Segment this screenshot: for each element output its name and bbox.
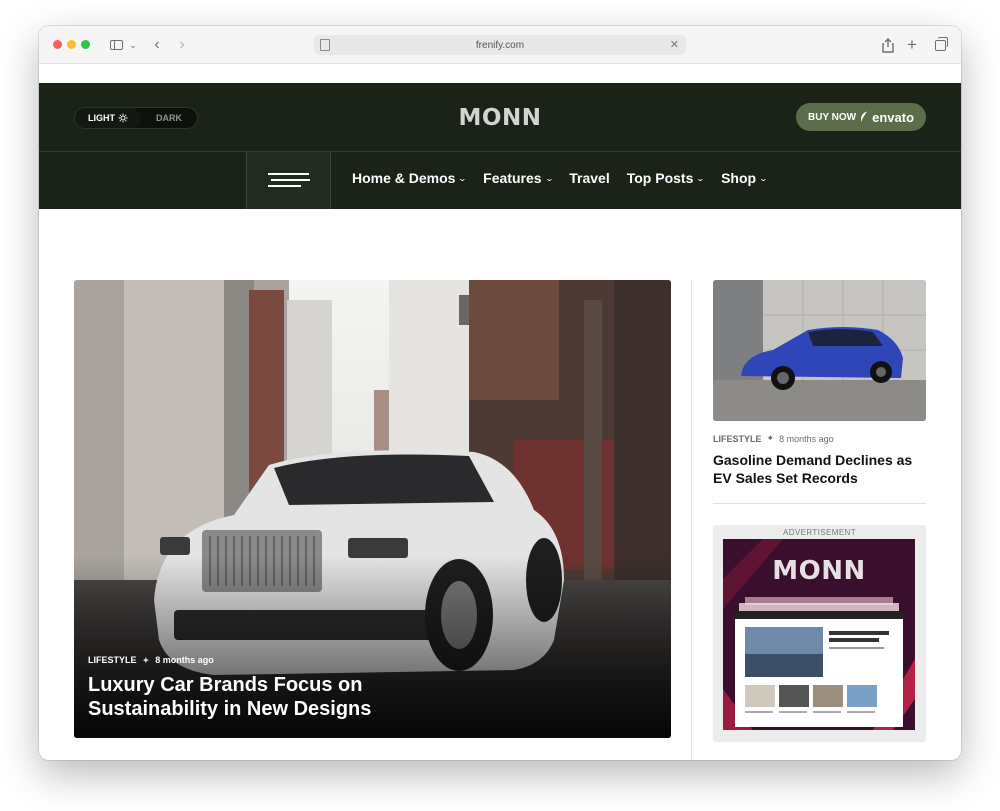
sidebar-toggle-icon[interactable] <box>108 35 124 55</box>
advertisement-logo: MONN <box>772 556 866 586</box>
chevron-down-icon[interactable]: ⌄ <box>128 35 138 55</box>
chevron-down-icon: ⌄ <box>758 173 769 183</box>
divider <box>713 503 926 504</box>
featured-post-image <box>74 280 671 738</box>
site-header: LIGHT DARK MONN BUY NOW envato Home & De… <box>39 83 961 209</box>
side-post-meta: LIFESTYLE ✦ 8 months ago <box>713 433 834 444</box>
new-tab-icon[interactable]: + <box>905 35 919 55</box>
nav-item-top-posts[interactable]: Top Posts ⌄ <box>626 170 706 186</box>
theme-light-label: LIGHT <box>88 113 115 123</box>
minimize-window-button[interactable] <box>67 40 76 49</box>
nav-item-home-demos[interactable]: Home & Demos ⌄ <box>352 170 468 186</box>
advertisement-banner[interactable]: MONN <box>723 539 915 730</box>
browser-toolbar: ⌄ ‹ › frenify.com ✕ + <box>39 26 961 64</box>
web-page: LIGHT DARK MONN BUY NOW envato Home & De… <box>39 64 961 760</box>
nav-item-label: Shop <box>721 170 757 186</box>
bolt-icon: ✦ <box>766 433 775 443</box>
column-divider <box>691 280 692 760</box>
advertisement-box[interactable]: ADVERTISEMENT MONN <box>713 525 926 742</box>
page-icon <box>320 39 330 51</box>
nav-item-travel[interactable]: Travel <box>569 170 609 186</box>
featured-post[interactable]: LIFESTYLE ✦ 8 months ago Luxury Car Bran… <box>74 280 671 738</box>
envato-brand: envato <box>872 109 915 125</box>
nav-item-label: Home & Demos <box>352 170 456 186</box>
advertisement-label: ADVERTISEMENT <box>782 528 857 537</box>
forward-icon[interactable]: › <box>176 35 188 55</box>
chevron-down-icon: ⌄ <box>544 173 554 183</box>
header-top-bar: LIGHT DARK MONN BUY NOW envato <box>39 83 961 152</box>
side-post-title[interactable]: Gasoline Demand Declines as EV Sales Set… <box>713 451 926 487</box>
chevron-down-icon: ⌄ <box>696 173 706 183</box>
close-window-button[interactable] <box>53 40 62 49</box>
tab-overview-icon[interactable] <box>932 35 948 55</box>
menu-button[interactable] <box>246 152 331 209</box>
nav-item-shop[interactable]: Shop ⌄ <box>721 170 769 186</box>
nav-item-features[interactable]: Features ⌄ <box>483 170 554 186</box>
theme-toggle[interactable]: LIGHT DARK <box>74 107 198 129</box>
main-navigation: Home & Demos ⌄ Features ⌄ Travel Top Pos… <box>39 152 961 209</box>
post-time: 8 months ago <box>779 433 834 444</box>
zoom-window-button[interactable] <box>81 40 90 49</box>
share-icon[interactable] <box>881 35 895 55</box>
theme-light-option[interactable]: LIGHT <box>75 108 141 128</box>
nav-item-label: Travel <box>569 170 610 186</box>
theme-dark-option[interactable]: DARK <box>141 113 197 123</box>
post-category[interactable]: LIFESTYLE <box>713 434 762 444</box>
site-logo[interactable]: MONN <box>450 103 550 133</box>
nav-item-label: Features <box>483 170 542 186</box>
post-category[interactable]: LIFESTYLE <box>88 655 137 665</box>
post-time: 8 months ago <box>155 655 214 665</box>
buy-now-label: BUY NOW <box>807 111 857 123</box>
sun-icon <box>118 113 128 123</box>
envato-leaf-icon <box>861 111 868 122</box>
address-bar[interactable]: frenify.com ✕ <box>314 35 686 55</box>
browser-window: ⌄ ‹ › frenify.com ✕ + LIGHT DARK MONN BU… <box>39 26 961 760</box>
url-text: frenify.com <box>475 39 525 51</box>
back-icon[interactable]: ‹ <box>151 35 163 55</box>
bolt-icon: ✦ <box>142 655 150 665</box>
nav-menu: Home & Demos ⌄ Features ⌄ Travel Top Pos… <box>352 170 784 186</box>
clear-url-icon[interactable]: ✕ <box>670 38 679 51</box>
chevron-down-icon: ⌄ <box>458 173 468 183</box>
buy-now-button[interactable]: BUY NOW envato <box>796 103 926 131</box>
featured-post-title[interactable]: Luxury Car Brands Focus on Sustainabilit… <box>88 673 418 721</box>
featured-post-meta: LIFESTYLE ✦ 8 months ago <box>88 655 214 665</box>
nav-item-label: Top Posts <box>626 170 694 186</box>
side-post-image[interactable] <box>713 280 926 421</box>
hamburger-icon <box>268 173 309 175</box>
